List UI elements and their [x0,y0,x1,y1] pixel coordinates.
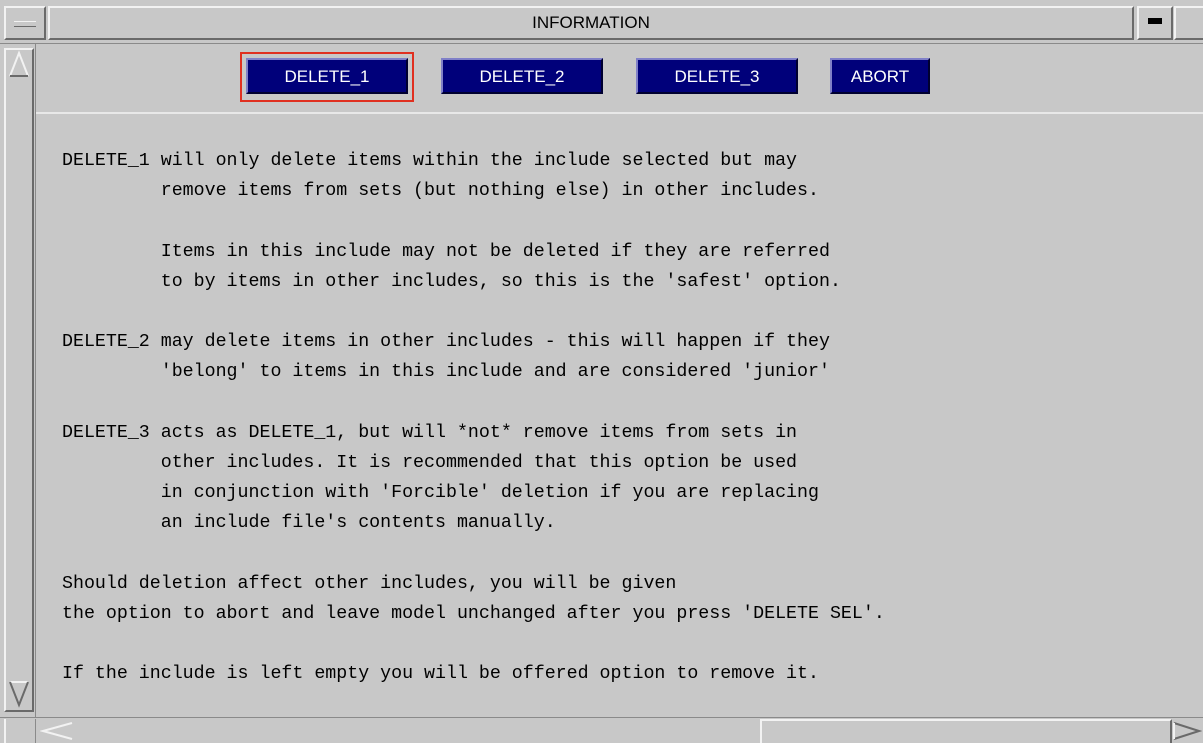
minimize-icon [1148,18,1162,24]
abort-button[interactable]: ABORT [830,58,930,94]
horizontal-scrollbar[interactable] [0,717,1203,743]
horizontal-scroll-corner [4,719,36,743]
window-menu-button[interactable] [4,6,46,40]
title-bar: INFORMATION [0,0,1203,44]
delete-1-button[interactable]: DELETE_1 [246,58,408,94]
delete-2-button[interactable]: DELETE_2 [441,58,603,94]
vertical-scrollbar[interactable] [0,44,36,717]
information-text-area: DELETE_1 will only delete items within t… [36,114,1203,717]
scroll-up-arrow-icon[interactable] [8,50,30,78]
window-menu-icon [14,21,36,27]
vertical-scroll-thumb[interactable] [4,48,34,712]
maximize-button[interactable] [1174,6,1203,40]
delete-3-button[interactable]: DELETE_3 [636,58,798,94]
information-window: INFORMATION DELETE_1 DELETE_2 DELETE_3 A… [0,0,1203,743]
information-text: DELETE_1 will only delete items within t… [62,151,885,685]
scroll-left-arrow-icon[interactable] [40,721,74,741]
horizontal-scroll-thumb[interactable] [760,719,1172,743]
scroll-down-arrow-icon[interactable] [8,680,30,708]
minimize-button[interactable] [1137,6,1173,40]
scroll-right-arrow-icon[interactable] [1172,721,1202,741]
window-title: INFORMATION [48,6,1134,40]
button-bar: DELETE_1 DELETE_2 DELETE_3 ABORT [36,44,1203,114]
